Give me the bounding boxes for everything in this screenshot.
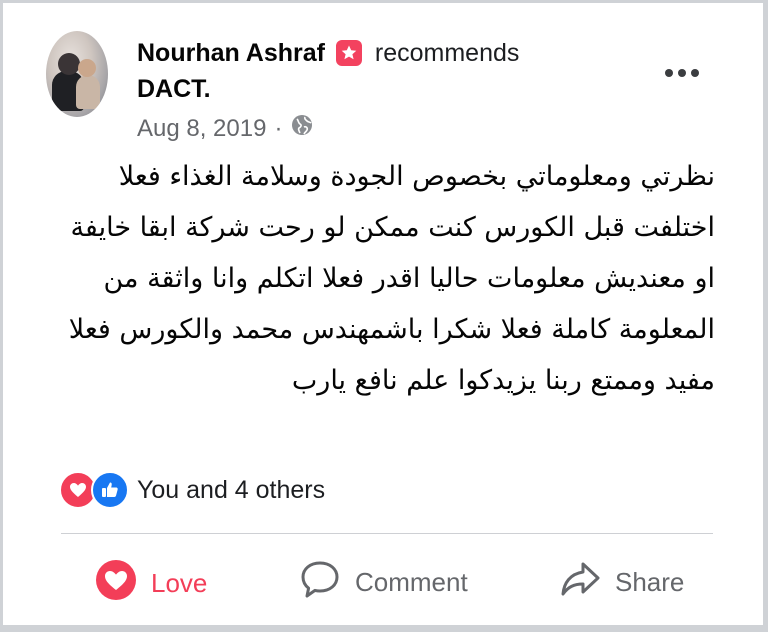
reaction-count: You and 4 others xyxy=(137,475,326,504)
author-name[interactable]: Nourhan Ashraf xyxy=(137,39,325,67)
more-options-icon[interactable] xyxy=(665,63,699,83)
love-button[interactable]: Love xyxy=(95,559,207,608)
like-icon xyxy=(91,471,129,509)
reaction-summary[interactable]: You and 4 others xyxy=(59,471,325,509)
love-icon xyxy=(95,559,137,608)
page-name[interactable]: DACT. xyxy=(137,75,211,104)
recommends-text: recommends xyxy=(374,39,520,67)
post-meta: Aug 8, 2019 · xyxy=(137,113,314,144)
comment-button[interactable]: Comment xyxy=(299,559,468,606)
post-header: Nourhan Ashraf recommends xyxy=(137,39,519,68)
post-card: Nourhan Ashraf recommends DACT. Aug 8, 2… xyxy=(3,3,763,625)
comment-icon xyxy=(299,559,341,606)
divider xyxy=(61,533,713,534)
love-label: Love xyxy=(151,568,208,598)
post-text: نظرتي ومعلوماتي بخصوص الجودة وسلامة الغذ… xyxy=(68,161,715,396)
share-icon xyxy=(559,559,601,606)
meta-separator: · xyxy=(274,114,283,142)
recommend-icon xyxy=(335,40,362,66)
avatar[interactable] xyxy=(46,31,108,117)
comment-label: Comment xyxy=(355,567,468,597)
share-button[interactable]: Share xyxy=(559,559,684,606)
bottom-edge xyxy=(0,625,768,632)
post-date[interactable]: Aug 8, 2019 xyxy=(137,115,266,143)
globe-icon xyxy=(290,113,314,144)
share-label: Share xyxy=(615,567,685,597)
